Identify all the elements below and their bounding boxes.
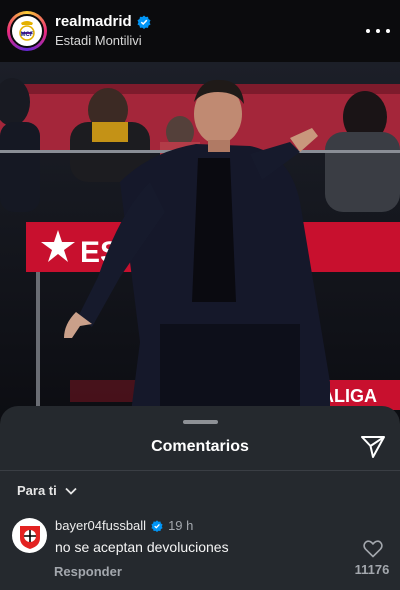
more-options-icon[interactable] (366, 22, 390, 40)
post-username[interactable]: realmadrid (55, 13, 132, 30)
comment-header: bayer04fussball 19 h (55, 518, 193, 533)
verified-badge-icon (137, 15, 151, 29)
post-header: MCF realmadrid Estadi Montilivi (0, 0, 400, 62)
profile-avatar[interactable]: MCF (7, 11, 47, 51)
sort-filter-label: Para ti (17, 483, 57, 498)
heart-icon[interactable] (363, 540, 383, 558)
chevron-down-icon (65, 487, 77, 495)
comment-username[interactable]: bayer04fussball (55, 518, 146, 533)
crest-icon: MCF (19, 21, 35, 41)
sheet-title: Comentarios (151, 438, 249, 455)
share-icon[interactable] (360, 435, 386, 459)
post-photo[interactable]: EST M LALIGA (0, 62, 400, 420)
comment-avatar[interactable] (12, 518, 47, 553)
comment-text: no se aceptan devoluciones (55, 539, 229, 555)
reply-button[interactable]: Responder (54, 564, 122, 579)
photo-scene: EST M LALIGA (0, 62, 400, 420)
sort-filter-dropdown[interactable]: Para ti (17, 483, 77, 498)
verified-badge-icon (151, 519, 163, 532)
svg-text:MCF: MCF (21, 32, 34, 38)
post-username-row[interactable]: realmadrid (55, 13, 151, 30)
like-count: 11176 (354, 562, 390, 577)
sheet-drag-handle[interactable] (183, 420, 218, 424)
comment-timestamp: 19 h (168, 518, 194, 533)
real-madrid-crest: MCF (10, 14, 44, 48)
post-location[interactable]: Estadi Montilivi (55, 33, 142, 48)
comments-sheet: Comentarios Para ti bayer04fussball 19 h… (0, 406, 400, 590)
sheet-divider (0, 470, 400, 471)
bayer-crest-icon (19, 525, 40, 549)
